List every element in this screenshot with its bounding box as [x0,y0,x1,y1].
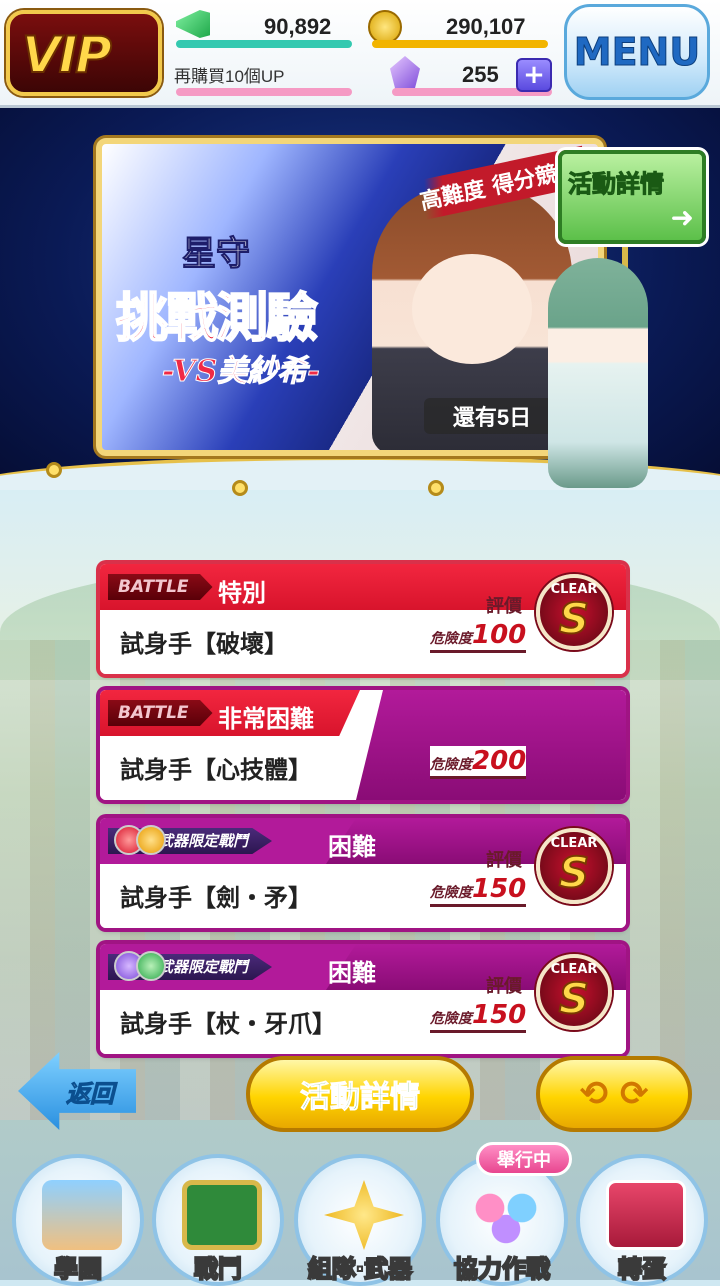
event-detail-sign[interactable]: 活動詳情 ➜ [558,150,706,244]
menu-button[interactable]: MENU [564,4,710,100]
battle-name: 試身手【杖・牙爪】 [120,1011,336,1038]
battle-name: 試身手【破壞】 [120,631,288,658]
school-icon [42,1180,122,1250]
battle-card[interactable]: BATTLE 非常困難 試身手【心技體】 危險度200 [100,690,626,800]
battle-card[interactable]: BATTLE 特別 試身手【破壞】 評價 危險度100 CLEAR S [100,564,626,674]
refresh-icon: ⟲ ⟳ [579,1074,649,1114]
nav-label: 學園 [53,1254,103,1284]
banner-title-vs: -VS美紗希- [162,354,321,390]
days-left-label: 還有5日 [424,398,560,434]
battle-difficulty: 困難 [328,834,376,861]
clear-rank-badge: CLEAR S [536,828,612,904]
vip-label: VIP [21,25,113,85]
page-indicator-dot [46,462,62,478]
banner-title-top: 星守 [182,234,251,275]
battle-tag: BATTLE [108,574,213,600]
battle-name: 試身手【劍・矛】 [120,885,312,912]
mascot-character [548,258,648,488]
balloons-icon [466,1180,546,1250]
stamina-value: 90,892 [264,14,332,39]
promo-text: 再購買10個UP [174,67,285,86]
battle-difficulty: 困難 [328,960,376,987]
battle-difficulty: 特別 [218,580,266,607]
banner-title-main: 挑戰測驗 [115,288,319,350]
page-indicator-dot [232,480,248,496]
bottom-nav: 學園 戰鬥 組隊‧武器 協力作戰 轉蛋 [0,1150,720,1286]
nav-academy[interactable]: 學園 [12,1154,144,1286]
gem-value: 255 [462,62,499,87]
clear-rank-badge: CLEAR S [536,954,612,1030]
stamina-icon [176,10,210,38]
spear-icon [136,825,166,855]
star-compass-icon [324,1180,404,1250]
coin-icon [368,10,402,44]
vip-button[interactable]: VIP [6,10,162,96]
sign-label: 活動詳情 [568,170,665,199]
evaluation-label: 評價 [486,850,522,870]
clear-rank-badge: CLEAR S [536,574,612,650]
coin-bar [372,40,548,48]
add-gem-button[interactable]: + [516,58,552,92]
evaluation-label: 評價 [486,976,522,996]
back-label: 返回 [66,1079,115,1108]
nav-label: 協力作戰 [453,1254,551,1284]
nav-gacha[interactable]: 轉蛋 [576,1154,708,1286]
refresh-button[interactable]: ⟲ ⟳ [536,1056,692,1132]
nav-label: 戰鬥 [193,1254,243,1284]
promo-bar [176,88,352,96]
event-detail-button[interactable]: 活動詳情 [246,1056,474,1132]
nav-battle[interactable]: 戰鬥 [152,1154,284,1286]
battle-name: 試身手【心技體】 [120,757,312,784]
danger-rating: 危險度150 [430,1000,527,1033]
gacha-card-icon [606,1180,686,1250]
battle-card[interactable]: 武器限定戰鬥 困難 試身手【杖・牙爪】 評價 危險度150 CLEAR S [100,944,626,1054]
top-bar: VIP 90,892 290,107 再購買10個UP 255 + MENU [0,0,720,108]
danger-rating: 危險度150 [430,874,527,907]
nav-team-weapon[interactable]: 組隊‧武器 [294,1154,426,1286]
gem-icon [390,56,420,92]
evaluation-label: 評價 [486,596,522,616]
claw-icon [136,951,166,981]
nav-label: 組隊‧武器 [307,1254,413,1284]
danger-rating: 危險度100 [430,620,527,653]
coin-value: 290,107 [446,14,526,39]
battle-difficulty: 非常困難 [218,706,314,733]
battle-tag: BATTLE [108,700,213,726]
battle-board-icon [182,1180,262,1250]
stamina-bar [176,40,352,48]
page-indicator-dot [428,480,444,496]
event-live-badge: 舉行中 [476,1142,572,1176]
arrow-right-icon: ➜ [670,201,694,234]
danger-rating: 危險度200 [430,746,527,779]
nav-label: 轉蛋 [617,1254,667,1284]
battle-card[interactable]: 武器限定戰鬥 困難 試身手【劍・矛】 評價 危險度150 CLEAR S [100,818,626,928]
